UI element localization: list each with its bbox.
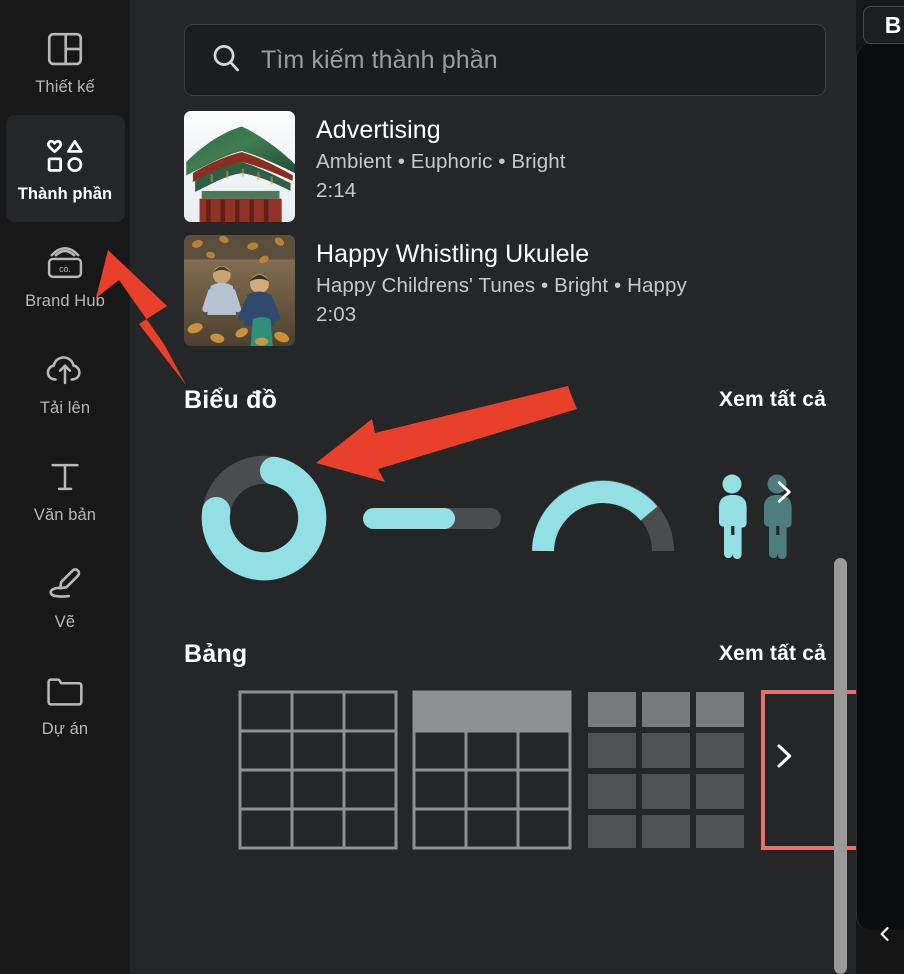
text-t-icon — [45, 456, 85, 498]
pen-icon — [44, 563, 86, 605]
page-title: Biểu đồ — [184, 385, 278, 414]
scrollbar-thumb[interactable] — [834, 558, 847, 974]
table-filled-grid-thumb[interactable] — [586, 690, 746, 850]
sidebar-item-text[interactable]: Văn bản — [6, 436, 125, 543]
sidebar-item-draw[interactable]: Vẽ — [6, 543, 125, 650]
charts-strip — [130, 422, 856, 598]
pictogram-chart-thumb[interactable] — [686, 438, 826, 598]
audio-results-list: Advertising Ambient • Euphoric • Bright … — [130, 96, 856, 352]
bold-button[interactable]: B — [863, 6, 904, 44]
sidebar-item-label: Vẽ — [54, 612, 76, 631]
search-area: Tìm kiếm thành phần — [130, 0, 856, 96]
charts-next-button[interactable] — [760, 469, 806, 515]
tables-next-button[interactable] — [760, 733, 806, 779]
sidebar-item-label: Văn bản — [33, 505, 97, 524]
canvas-surface[interactable] — [856, 44, 904, 930]
donut-chart-thumb[interactable] — [184, 438, 344, 598]
sidebar-item-brandhub[interactable]: co. Brand Hub — [6, 222, 125, 329]
track-tags: Ambient • Euphoric • Bright — [316, 149, 566, 173]
tables-strip — [130, 676, 856, 850]
track-thumbnail — [184, 111, 295, 222]
sidebar-item-label: Thành phần — [17, 184, 113, 203]
charts-row — [184, 438, 856, 598]
sidebar-item-projects[interactable]: Dự án — [6, 650, 125, 757]
brand-card-icon: co. — [43, 242, 87, 284]
sidebar-item-uploads[interactable]: Tải lên — [6, 329, 125, 436]
svg-text:co.: co. — [59, 264, 71, 274]
tables-see-all-link[interactable]: Xem tất cả — [719, 642, 826, 666]
chevron-left-icon — [875, 924, 895, 949]
track-title: Happy Whistling Ukulele — [316, 240, 590, 268]
search-input[interactable]: Tìm kiếm thành phần — [184, 24, 826, 96]
list-item[interactable]: Happy Whistling Ukulele Happy Childrens'… — [184, 228, 826, 352]
left-sidebar: Thiết kế Thành phần co. Brand Hub Tải lê… — [0, 0, 130, 974]
folder-icon — [43, 670, 87, 712]
track-meta: Advertising Ambient • Euphoric • Bright … — [316, 111, 566, 222]
charts-section-header: Biểu đồ Xem tất cả — [130, 378, 856, 422]
canvas-area: B — [856, 0, 904, 974]
track-duration: 2:14 — [316, 178, 357, 202]
track-tags: Happy Childrens' Tunes • Bright • Happy — [316, 273, 687, 297]
search-icon — [209, 41, 243, 80]
gauge-chart-thumb[interactable] — [520, 438, 686, 598]
elements-panel: Tìm kiếm thành phần Advertising Ambient … — [130, 0, 856, 974]
track-meta: Happy Whistling Ukulele Happy Childrens'… — [316, 235, 687, 346]
canva-editor-window: Thiết kế Thành phần co. Brand Hub Tải lê… — [0, 0, 904, 974]
track-thumbnail — [184, 235, 295, 346]
table-header-grid-thumb[interactable] — [412, 690, 572, 850]
collapse-panel-button[interactable] — [868, 914, 902, 958]
sidebar-item-label: Brand Hub — [25, 291, 105, 310]
sidebar-item-label: Tải lên — [39, 398, 91, 417]
charts-see-all-link[interactable]: Xem tất cả — [719, 388, 826, 412]
table-plain-grid-thumb[interactable] — [238, 690, 398, 850]
cloud-up-icon — [43, 349, 87, 391]
shapes-icon — [42, 135, 88, 177]
list-item[interactable]: Advertising Ambient • Euphoric • Bright … — [184, 104, 826, 228]
track-duration: 2:03 — [316, 302, 357, 326]
page-title: Bảng — [184, 639, 248, 668]
track-title: Advertising — [316, 116, 441, 144]
panel-scrollbar[interactable] — [833, 0, 847, 974]
sidebar-item-design[interactable]: Thiết kế — [6, 8, 125, 115]
tables-row — [184, 676, 856, 850]
sidebar-item-label: Thiết kế — [35, 77, 95, 96]
tables-section-header: Bảng Xem tất cả — [130, 632, 856, 676]
progress-bar-thumb[interactable] — [344, 438, 520, 598]
layout-icon — [44, 28, 86, 70]
search-placeholder: Tìm kiếm thành phần — [261, 45, 498, 74]
sidebar-item-label: Dự án — [41, 719, 89, 738]
sidebar-item-elements[interactable]: Thành phần — [5, 115, 125, 222]
